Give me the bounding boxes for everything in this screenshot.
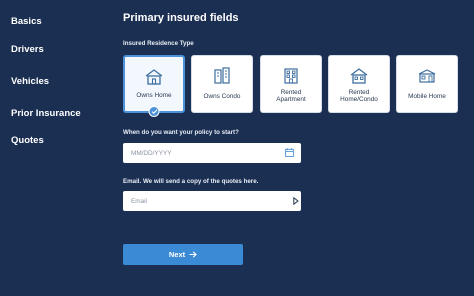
mobile-home-icon bbox=[418, 69, 436, 83]
residence-type-label: Insured Residence Type bbox=[123, 40, 194, 47]
next-button-label: Next bbox=[168, 250, 186, 259]
start-date-label: When do you want your policy to start? bbox=[123, 129, 239, 136]
main-form: Primary insured fields Insured Residence… bbox=[123, 0, 468, 296]
email-label: Email. We will send a copy of the quotes… bbox=[123, 178, 259, 185]
residence-option-mobile-home[interactable]: Mobile Home bbox=[396, 55, 458, 113]
email-input[interactable] bbox=[123, 191, 301, 211]
apartment-icon bbox=[284, 68, 298, 84]
residence-option-label-line2: Apartment bbox=[276, 96, 306, 103]
residence-option-label: Mobile Home bbox=[408, 93, 446, 100]
residence-option-rented-home-condo[interactable]: Rented Home/Condo bbox=[328, 55, 390, 113]
residence-option-label: Owns Condo bbox=[203, 93, 241, 100]
rented-home-icon bbox=[350, 68, 368, 84]
arrow-right-icon bbox=[189, 251, 197, 258]
condo-icon bbox=[214, 67, 230, 84]
calendar-icon[interactable] bbox=[285, 148, 294, 157]
email-autofill-icon[interactable] bbox=[293, 197, 299, 205]
sidebar-item-vehicles[interactable]: Vehicles bbox=[11, 76, 49, 87]
residence-option-owns-home[interactable]: Owns Home bbox=[123, 55, 185, 117]
sidebar-item-drivers[interactable]: Drivers bbox=[11, 44, 44, 55]
checkmark-icon bbox=[148, 106, 160, 117]
residence-option-label-line2: Home/Condo bbox=[340, 96, 378, 103]
sidebar-item-quotes[interactable]: Quotes bbox=[11, 135, 44, 146]
residence-type-options: Owns Home Owns Condo Rented Apartment Re… bbox=[123, 55, 468, 117]
page-title: Primary insured fields bbox=[123, 12, 239, 24]
sidebar-item-prior-insurance[interactable]: Prior Insurance bbox=[11, 108, 81, 119]
next-button[interactable]: Next bbox=[123, 244, 243, 265]
residence-option-owns-condo[interactable]: Owns Condo bbox=[191, 55, 253, 113]
start-date-input[interactable] bbox=[123, 143, 301, 163]
residence-option-rented-apartment[interactable]: Rented Apartment bbox=[260, 55, 322, 113]
sidebar-item-basics[interactable]: Basics bbox=[11, 16, 42, 27]
residence-option-label: Owns Home bbox=[136, 92, 172, 99]
house-icon bbox=[145, 69, 163, 85]
